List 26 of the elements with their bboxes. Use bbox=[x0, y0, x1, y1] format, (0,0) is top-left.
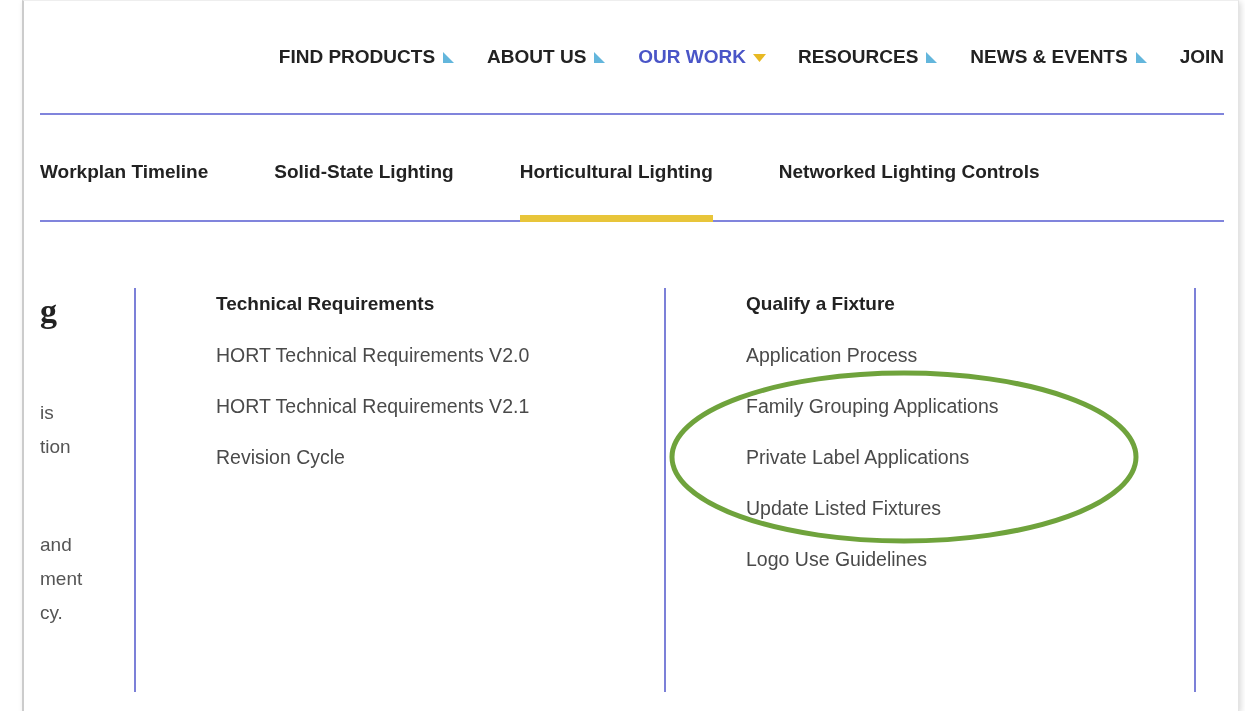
body-text: and bbox=[40, 534, 72, 555]
body-text: is bbox=[40, 402, 54, 423]
menu-link[interactable]: Logo Use Guidelines bbox=[746, 543, 928, 575]
column-heading: Technical Requirements bbox=[216, 292, 436, 316]
section-heading: g bbox=[40, 291, 58, 328]
nav-link[interactable]: JOIN bbox=[1179, 46, 1224, 68]
subnav-tab[interactable]: Horticultural Lighting bbox=[519, 115, 713, 222]
subnav-tab[interactable]: Workplan Timeline bbox=[40, 115, 209, 222]
menu-link[interactable]: Family Grouping Applications bbox=[746, 390, 999, 422]
column-heading: Qualify a Fixture bbox=[746, 292, 896, 316]
nav-link[interactable]: ABOUT US bbox=[487, 46, 607, 68]
menu-link[interactable]: Revision Cycle bbox=[216, 441, 345, 473]
menu-link[interactable]: Private Label Applications bbox=[746, 441, 970, 473]
subnav-tab[interactable]: Solid-State Lighting bbox=[274, 115, 454, 222]
menu-link[interactable]: HORT Technical Requirements V2.0 bbox=[216, 339, 530, 371]
menu-link[interactable]: Application Process bbox=[746, 339, 918, 371]
nav-link[interactable]: FIND PRODUCTS bbox=[278, 46, 456, 68]
nav-link[interactable]: RESOURCES bbox=[797, 46, 939, 68]
body-text: ment bbox=[40, 568, 83, 589]
nav-link[interactable]: OUR WORK bbox=[638, 46, 766, 68]
subnav-tab[interactable]: Networked Lighting Controls bbox=[778, 115, 1040, 222]
menu-link[interactable]: Update Listed Fixtures bbox=[746, 492, 942, 524]
body-text: tion bbox=[40, 436, 71, 457]
nav-link[interactable]: NEWS & EVENTS bbox=[970, 46, 1148, 68]
menu-link[interactable]: HORT Technical Requirements V2.1 bbox=[216, 390, 530, 422]
body-text: cy. bbox=[40, 602, 63, 623]
